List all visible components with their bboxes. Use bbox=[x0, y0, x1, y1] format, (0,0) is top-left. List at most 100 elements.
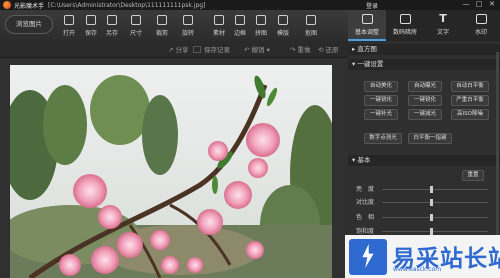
resize-icon bbox=[131, 15, 141, 25]
auto-exposure-button[interactable]: 自动曝光 bbox=[408, 81, 442, 92]
tab-label: 文字 bbox=[436, 29, 449, 36]
toolbar-open[interactable]: 打开 bbox=[58, 14, 80, 40]
toolbar-collage[interactable]: 拼图 bbox=[250, 14, 272, 40]
border-icon bbox=[235, 15, 245, 25]
save-icon bbox=[86, 15, 96, 25]
login-button[interactable]: 登录 bbox=[366, 1, 378, 10]
white-balance-pick-button[interactable]: 白平衡一指键 bbox=[408, 133, 452, 144]
panel-tabs: 基本调整 数码暗房 T 文字 水印 bbox=[348, 10, 500, 41]
browse-images-button[interactable]: 浏览图片 bbox=[5, 15, 53, 34]
reset-button[interactable]: ⟲ 还原 bbox=[318, 44, 339, 54]
section-one-click[interactable]: ▾ 一键设置 bbox=[348, 59, 500, 70]
history-icon bbox=[193, 46, 201, 53]
tab-text[interactable]: T 文字 bbox=[424, 10, 462, 41]
adjust-icon bbox=[361, 14, 373, 24]
toolbar-label: 裁剪 bbox=[155, 30, 168, 37]
slider-track bbox=[382, 189, 488, 190]
maximize-button[interactable]: □ bbox=[473, 0, 485, 10]
toolbar-label: 抠图 bbox=[304, 30, 317, 37]
toolbar-label: 素材 bbox=[212, 30, 225, 37]
share-button[interactable]: ↗ 分享 bbox=[168, 44, 189, 54]
toolbar-save[interactable]: 保存 bbox=[80, 14, 102, 40]
undo-button[interactable]: ↶ 撤销 ▾ bbox=[244, 44, 270, 54]
strict-white-balance-button[interactable]: 严重白平衡 bbox=[451, 95, 489, 106]
high-iso-denoise-button[interactable]: 高ISO降噪 bbox=[451, 109, 489, 120]
app-name: 光影魔术手 bbox=[14, 2, 45, 10]
toolbar-label: 保存 bbox=[84, 30, 97, 37]
toolbar-label: 旋转 bbox=[181, 30, 194, 37]
action-bar: ↗ 分享 保存记录 ↶ 撤销 ▾ ↷ 重做 ⟲ 还原 bbox=[0, 41, 348, 58]
share-label: 分享 bbox=[175, 46, 189, 54]
slider-label: 对比度 bbox=[356, 199, 375, 206]
title-bar: 光影魔术手 [C:\Users\Administrator\Desktop\11… bbox=[0, 0, 500, 10]
tab-watermark[interactable]: 水印 bbox=[462, 10, 500, 41]
hue-slider[interactable]: 色 相 bbox=[348, 212, 488, 222]
toolbar-material[interactable]: 素材 bbox=[208, 14, 230, 40]
slider-track bbox=[382, 231, 488, 232]
tab-label: 数码暗房 bbox=[392, 29, 417, 36]
close-button[interactable]: ✕ bbox=[486, 0, 498, 10]
toolbar-border[interactable]: 边框 bbox=[229, 14, 251, 40]
section-title: 基本 bbox=[357, 156, 371, 164]
tab-label: 基本调整 bbox=[354, 29, 379, 36]
save-as-icon bbox=[107, 15, 117, 25]
fill-light-button[interactable]: 一键补光 bbox=[364, 109, 398, 120]
tab-darkroom[interactable]: 数码暗房 bbox=[386, 10, 424, 41]
text-icon: T bbox=[439, 12, 447, 25]
slider-knob[interactable] bbox=[430, 228, 433, 235]
rotate-icon bbox=[183, 15, 193, 25]
cutout-icon bbox=[306, 15, 316, 25]
redo-button[interactable]: ↷ 重做 bbox=[290, 44, 311, 54]
darkroom-icon bbox=[399, 14, 411, 24]
template-icon bbox=[278, 15, 288, 25]
file-path: [C:\Users\Administrator\Desktop\11111111… bbox=[48, 1, 206, 9]
spot-metering-button[interactable]: 数字点测光 bbox=[364, 133, 402, 144]
toolbar-cutout[interactable]: 抠图 bbox=[300, 14, 322, 40]
slider-label: 色 相 bbox=[356, 214, 375, 221]
material-icon bbox=[214, 15, 224, 25]
slider-knob[interactable] bbox=[430, 186, 433, 193]
slider-knob[interactable] bbox=[430, 199, 433, 206]
toolbar-crop[interactable]: 裁剪 bbox=[151, 14, 173, 40]
slider-label: 亮 度 bbox=[356, 186, 375, 193]
image-canvas[interactable] bbox=[0, 58, 348, 278]
slider-track bbox=[382, 202, 488, 203]
site-watermark: 易采站长站 www.easck.com bbox=[345, 235, 500, 278]
watermark-sub: www.easck.com bbox=[393, 266, 442, 273]
auto-beautify-button[interactable]: 自动美化 bbox=[364, 81, 398, 92]
tab-basic-adjust[interactable]: 基本调整 bbox=[348, 10, 386, 41]
toolbar-rotate[interactable]: 旋转 bbox=[177, 14, 199, 40]
toolbar-label: 边框 bbox=[233, 30, 246, 37]
app-window: 光影魔术手 [C:\Users\Administrator\Desktop\11… bbox=[0, 0, 500, 278]
toolbar-resize[interactable]: 尺寸 bbox=[125, 14, 147, 40]
watermark-icon bbox=[475, 14, 487, 24]
crop-icon bbox=[157, 15, 167, 25]
panel-scrollbar[interactable] bbox=[496, 52, 499, 252]
collage-icon bbox=[256, 15, 266, 25]
one-click-sharpen-2-button[interactable]: 一键锐化 bbox=[408, 95, 442, 106]
section-title: 一键设置 bbox=[357, 60, 384, 68]
save-history-button[interactable]: 保存记录 bbox=[204, 44, 230, 54]
section-histogram[interactable]: ▸ 直方图 bbox=[348, 44, 500, 55]
reduce-light-button[interactable]: 一键减光 bbox=[408, 109, 442, 120]
toolbar-label: 模版 bbox=[276, 30, 289, 37]
main-toolbar: 浏览图片 打开 保存 另存 尺寸 裁剪 旋转 素材 边框 拼图 模版 抠图 bbox=[0, 10, 348, 41]
brightness-slider[interactable]: 亮 度 bbox=[348, 184, 488, 194]
slider-label: 饱和度 bbox=[356, 228, 375, 235]
auto-white-balance-button[interactable]: 自动白平衡 bbox=[451, 81, 489, 92]
contrast-slider[interactable]: 对比度 bbox=[348, 197, 488, 207]
minimize-button[interactable]: — bbox=[460, 0, 472, 10]
photo-peach-blossom bbox=[10, 65, 332, 278]
undo-label: 撤销 bbox=[251, 46, 265, 54]
section-basic[interactable]: ▾ 基本 bbox=[348, 155, 500, 166]
slider-knob[interactable] bbox=[430, 214, 433, 221]
one-click-sharpen-button[interactable]: 一键锐化 bbox=[364, 95, 398, 106]
toolbar-save-as[interactable]: 另存 bbox=[101, 14, 123, 40]
slider-track bbox=[382, 217, 488, 218]
toolbar-template[interactable]: 模版 bbox=[272, 14, 294, 40]
basic-reset-button[interactable]: 重置 bbox=[462, 170, 484, 181]
toolbar-label: 拼图 bbox=[254, 30, 267, 37]
reset-label: 还原 bbox=[325, 46, 339, 54]
open-icon bbox=[64, 15, 74, 25]
tab-label: 水印 bbox=[474, 29, 487, 36]
